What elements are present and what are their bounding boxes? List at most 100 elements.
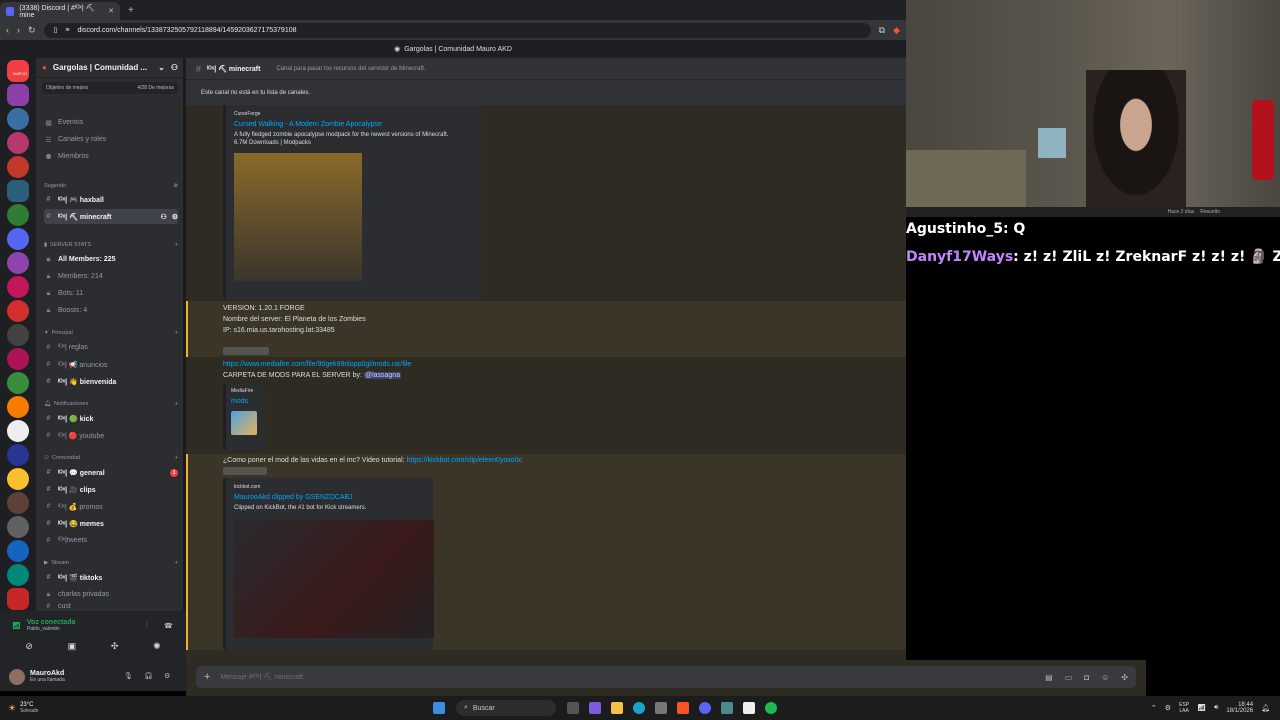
task-view-icon[interactable]: [567, 702, 579, 714]
server-icon[interactable]: [7, 108, 29, 130]
embed-title[interactable]: Cursed Walking - A Modern Zombie Apocaly…: [234, 121, 473, 128]
close-icon[interactable]: ⊗: [173, 183, 178, 189]
clip-video-thumbnail[interactable]: [234, 520, 434, 638]
gear-icon[interactable]: ⚙: [172, 213, 178, 221]
sidebar-item-miembros[interactable]: ⚉ Miembros: [44, 149, 178, 164]
sidebar-item-canales[interactable]: ☰ Canales y roles: [44, 132, 178, 147]
server-icon[interactable]: [7, 492, 29, 514]
category-comunidad[interactable]: ⚇ Comunidad +: [44, 452, 178, 464]
gift-icon[interactable]: ▤: [1045, 673, 1053, 682]
stat-all-members[interactable]: 🔒︎ All Members: 225: [44, 252, 178, 267]
server-icon[interactable]: [7, 276, 29, 298]
channel-reglas[interactable]: # ˡᴼˣ| reglas: [44, 340, 178, 355]
channel-general[interactable]: # ˡᴼˣ| 💬 general 1: [44, 465, 178, 480]
channel-tiktoks[interactable]: # ˡᴼˣ| 🎬 tiktoks: [44, 570, 178, 585]
soundboard-icon[interactable]: ✺: [153, 641, 161, 652]
server-icon[interactable]: [7, 420, 29, 442]
plus-icon[interactable]: +: [175, 330, 178, 336]
channel-youtube[interactable]: # ˡᴼˣ| 🔴 youtube: [44, 428, 178, 443]
server-icon[interactable]: NUEVO: [7, 60, 29, 82]
channel-tweets[interactable]: # ˡᴼˣ|tweets: [44, 533, 178, 548]
boost-goal-bar[interactable]: Objetivo de mejora 4/28 De mejoras: [42, 82, 178, 94]
server-icon[interactable]: [7, 300, 29, 322]
bookmark-icon[interactable]: ▯: [54, 26, 58, 34]
channel-topic[interactable]: Canal para pasar los recursos del servid…: [276, 66, 425, 72]
chevron-down-icon[interactable]: ⌄: [158, 63, 165, 72]
server-icon[interactable]: [7, 396, 29, 418]
channel-kick[interactable]: # ˡᴼˣ| 🟢 kick: [44, 411, 178, 426]
apps-icon[interactable]: ✣: [1121, 673, 1128, 682]
plus-icon[interactable]: +: [204, 671, 210, 683]
category-stream[interactable]: ▶ Stream +: [44, 557, 178, 569]
server-icon[interactable]: [7, 180, 29, 202]
capcut-icon[interactable]: [743, 702, 755, 714]
site-info-icon[interactable]: ≡: [65, 27, 69, 34]
browser-tab[interactable]: (3338) Discord | #ˡᴼˣ| ⛏mine ✕: [0, 2, 120, 20]
category-principal[interactable]: ✦ Principal +: [44, 327, 178, 339]
emoji-icon[interactable]: ☺: [1101, 673, 1109, 682]
disconnect-icon[interactable]: ☎: [164, 622, 173, 630]
file-thumbnail-icon[interactable]: [231, 411, 257, 435]
server-icon[interactable]: [7, 516, 29, 538]
plus-icon[interactable]: +: [175, 455, 178, 461]
tray-icon[interactable]: ⚙: [1165, 704, 1171, 712]
server-icon[interactable]: [7, 156, 29, 178]
add-member-icon[interactable]: ⚇: [171, 63, 178, 72]
tray-chevron-icon[interactable]: ⌃: [1151, 704, 1157, 712]
channel-promos[interactable]: # ˡᴼˣ| 💰 promos: [44, 499, 178, 514]
server-icon[interactable]: [7, 252, 29, 274]
weather-icon[interactable]: ☀: [8, 703, 16, 714]
server-icon[interactable]: [7, 84, 29, 106]
server-icon[interactable]: [7, 540, 29, 562]
mediafire-link[interactable]: https://www.mediafire.com/file/90gek99nl…: [223, 359, 411, 370]
category-server-stats[interactable]: ▮ SERVER STATS +: [44, 239, 178, 251]
server-icon[interactable]: [7, 444, 29, 466]
volume-icon[interactable]: 🔊︎: [1214, 704, 1218, 712]
user-mention[interactable]: @lassagna: [363, 372, 402, 379]
gear-icon[interactable]: ⚙: [164, 672, 170, 680]
plus-icon[interactable]: +: [175, 242, 178, 248]
sidebar-item-eventos[interactable]: ▦ Eventos: [44, 115, 178, 130]
brave-icon[interactable]: [677, 702, 689, 714]
server-icon[interactable]: [7, 468, 29, 490]
stat-boosts[interactable]: 🔒︎ Boosts: 4: [44, 303, 178, 318]
channel-memes[interactable]: # ˡᴼˣ| 😂 memes: [44, 516, 178, 531]
avatar[interactable]: [9, 669, 25, 685]
stat-bots[interactable]: 🔒︎ Bots: 11: [44, 286, 178, 301]
new-tab-icon[interactable]: +: [128, 5, 134, 16]
plus-icon[interactable]: +: [175, 560, 178, 566]
file-explorer-icon[interactable]: [611, 702, 623, 714]
microphone-icon[interactable]: 🎙︎: [124, 672, 133, 680]
channel-minecraft[interactable]: # ˡᴼˣ| ⛏ minecraft ⚇ ⚙: [44, 209, 178, 224]
close-tab-icon[interactable]: ✕: [108, 7, 114, 15]
spotify-icon[interactable]: [765, 702, 777, 714]
category-notificaciones[interactable]: 🔔︎ Notificaciones +: [44, 398, 178, 410]
channel-bienvenida[interactable]: # ˡᴼˣ| 👋 bienvenida: [44, 374, 178, 389]
message-input[interactable]: + Mensaje #ˡᴼˣ| ⛏ minecraft ▤ ▭ ◘ ☺ ✣: [196, 666, 1136, 688]
server-icon[interactable]: [7, 348, 29, 370]
embed-thumbnail[interactable]: [234, 153, 362, 281]
channel-cust[interactable]: # cust: [44, 602, 178, 611]
server-icon[interactable]: [7, 132, 29, 154]
camera-off-icon[interactable]: ⊘: [25, 641, 33, 652]
extensions-icon[interactable]: ⧉: [879, 25, 885, 36]
channel-anuncios[interactable]: # ˡᴼˣ| 📢 anuncios: [44, 357, 178, 372]
channel-charlas[interactable]: 🔒︎ charlas privadas: [44, 587, 178, 602]
noise-icon[interactable]: ⫶: [146, 622, 148, 630]
reload-icon[interactable]: ↻: [28, 25, 36, 36]
notification-icon[interactable]: 🔔︎: [1261, 704, 1270, 712]
server-icon[interactable]: [7, 564, 29, 586]
windows-start-icon[interactable]: [433, 702, 445, 714]
server-icon[interactable]: [7, 588, 29, 610]
address-bar[interactable]: ▯ ≡ discord.com/channels/133873250579211…: [43, 22, 871, 38]
server-icon[interactable]: [7, 204, 29, 226]
server-icon[interactable]: [7, 228, 29, 250]
embed-title[interactable]: MaurooAkd clipped by GSENZOCABJ: [234, 494, 425, 501]
sticker-icon[interactable]: ◘: [1084, 673, 1089, 682]
back-icon[interactable]: ‹: [6, 25, 9, 35]
category-sugerido[interactable]: Sugerido ⊗: [44, 180, 178, 192]
edge-icon[interactable]: [633, 702, 645, 714]
calculator-icon[interactable]: [655, 702, 667, 714]
server-icon[interactable]: [7, 372, 29, 394]
activity-icon[interactable]: ✣: [111, 641, 119, 652]
